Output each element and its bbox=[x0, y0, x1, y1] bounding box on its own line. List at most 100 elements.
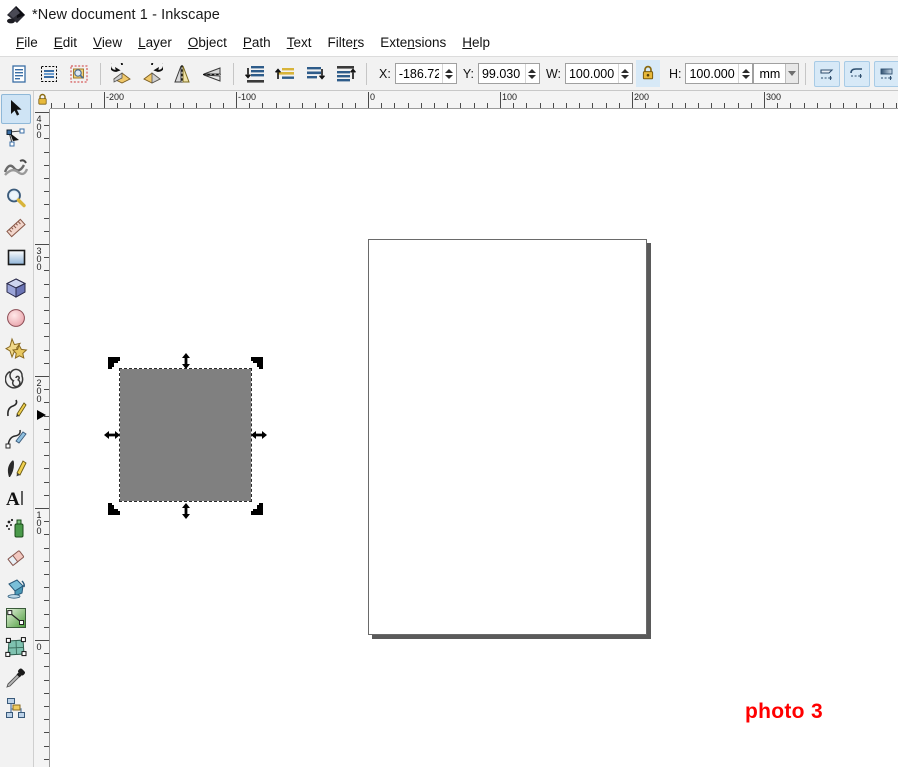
handle-top-right[interactable] bbox=[249, 355, 265, 371]
box3d-tool[interactable] bbox=[1, 274, 31, 304]
x-input[interactable] bbox=[395, 64, 442, 83]
flip-vertical-icon[interactable] bbox=[199, 61, 225, 87]
selected-rectangle-object[interactable] bbox=[120, 369, 251, 501]
ruler-tick bbox=[672, 103, 673, 108]
spray-can-icon bbox=[5, 517, 27, 542]
ruler-tick bbox=[44, 746, 49, 747]
handle-middle-right[interactable] bbox=[251, 427, 267, 443]
flip-horizontal-icon[interactable] bbox=[169, 61, 195, 87]
handle-top-center[interactable] bbox=[178, 353, 194, 369]
handle-middle-left[interactable] bbox=[104, 427, 120, 443]
w-input[interactable] bbox=[565, 64, 618, 83]
deselect-icon[interactable] bbox=[66, 61, 92, 87]
affect-stroke-width-icon[interactable] bbox=[814, 60, 841, 87]
ruler-origin-lock[interactable] bbox=[34, 91, 50, 109]
node-editor-icon bbox=[5, 127, 27, 152]
affect-rounded-corners-icon[interactable] bbox=[844, 60, 871, 87]
dropper-tool[interactable] bbox=[1, 664, 31, 694]
selector-tool[interactable] bbox=[1, 94, 31, 124]
ruler-tick bbox=[44, 204, 49, 205]
tweak-tool[interactable] bbox=[1, 154, 31, 184]
ruler-tick bbox=[883, 103, 884, 108]
rotate-ccw-icon[interactable] bbox=[109, 61, 135, 87]
horizontal-ruler[interactable]: -200 -100 0 100 200 300 bbox=[34, 91, 898, 109]
bucket-tool[interactable] bbox=[1, 574, 31, 604]
menu-object[interactable]: Object bbox=[180, 33, 235, 52]
menu-filters[interactable]: Filters bbox=[319, 33, 372, 52]
ruler-tick bbox=[487, 103, 488, 108]
spiral-tool[interactable] bbox=[1, 364, 31, 394]
pencil-tool[interactable] bbox=[1, 394, 31, 424]
calligraphy-tool[interactable] bbox=[1, 454, 31, 484]
mesh-tool[interactable] bbox=[1, 634, 31, 664]
eraser-tool[interactable] bbox=[1, 544, 31, 574]
menu-file[interactable]: File bbox=[8, 33, 46, 52]
rectangle-tool[interactable] bbox=[1, 244, 31, 274]
ruler-tick bbox=[738, 103, 739, 108]
y-stepper[interactable] bbox=[524, 64, 539, 83]
lower-icon[interactable] bbox=[302, 61, 328, 87]
menu-help[interactable]: Help bbox=[454, 33, 498, 52]
rotate-cw-icon[interactable] bbox=[139, 61, 165, 87]
menu-view[interactable]: View bbox=[85, 33, 130, 52]
ruler-tick bbox=[44, 429, 49, 430]
ruler-tick bbox=[355, 103, 356, 108]
y-input[interactable] bbox=[478, 64, 525, 83]
ruler-tick bbox=[44, 600, 49, 601]
affect-gradients-icon[interactable] bbox=[874, 60, 898, 87]
measure-tool[interactable] bbox=[1, 214, 31, 244]
select-all-layers-icon[interactable] bbox=[36, 61, 62, 87]
zoom-tool[interactable] bbox=[1, 184, 31, 214]
ruler-tick bbox=[44, 468, 49, 469]
raise-icon[interactable] bbox=[272, 61, 298, 87]
ellipse-tool[interactable] bbox=[1, 304, 31, 334]
menu-layer[interactable]: Layer bbox=[130, 33, 180, 52]
ruler-tick bbox=[44, 402, 49, 403]
w-stepper[interactable] bbox=[617, 64, 632, 83]
ruler-tick bbox=[777, 103, 778, 108]
gradient-tool[interactable] bbox=[1, 604, 31, 634]
handle-top-left[interactable] bbox=[106, 355, 122, 371]
ruler-major-tick bbox=[104, 92, 105, 108]
lock-wh-ratio-button[interactable] bbox=[635, 60, 660, 87]
h-field[interactable] bbox=[685, 63, 754, 84]
handle-bottom-center[interactable] bbox=[178, 503, 194, 519]
menu-edit[interactable]: Edit bbox=[46, 33, 85, 52]
h-input[interactable] bbox=[686, 64, 739, 83]
spray-tool[interactable] bbox=[1, 514, 31, 544]
lower-to-bottom-icon[interactable] bbox=[332, 61, 358, 87]
tool-palette: A bbox=[0, 91, 34, 767]
vertical-ruler[interactable]: 400 300 200 100 0 bbox=[34, 109, 50, 767]
x-field[interactable] bbox=[394, 63, 457, 84]
ruler-tick bbox=[447, 103, 448, 108]
star-tool[interactable] bbox=[1, 334, 31, 364]
menu-path[interactable]: Path bbox=[235, 33, 279, 52]
eyedropper-icon bbox=[5, 667, 27, 692]
document-page[interactable] bbox=[368, 239, 647, 635]
ruler-tick bbox=[183, 103, 184, 108]
handle-bottom-left[interactable] bbox=[106, 501, 122, 517]
node-tool[interactable] bbox=[1, 124, 31, 154]
h-stepper[interactable] bbox=[738, 64, 753, 83]
ruler-tick bbox=[44, 152, 49, 153]
raise-to-top-icon[interactable] bbox=[242, 61, 268, 87]
ruler-tick bbox=[434, 103, 435, 108]
ruler-tick bbox=[856, 103, 857, 108]
w-field[interactable] bbox=[564, 63, 633, 84]
select-all-icon[interactable] bbox=[6, 61, 32, 87]
drawing-canvas[interactable]: photo 3 bbox=[50, 109, 898, 767]
chevron-down-icon[interactable] bbox=[785, 64, 799, 83]
bezier-tool[interactable] bbox=[1, 424, 31, 454]
handle-bottom-right[interactable] bbox=[249, 501, 265, 517]
ruler-tick bbox=[751, 103, 752, 108]
y-field[interactable] bbox=[477, 63, 540, 84]
menu-text[interactable]: Text bbox=[279, 33, 320, 52]
menu-bar[interactable]: File Edit View Layer Object Path Text Fi… bbox=[0, 29, 898, 56]
connector-tool[interactable] bbox=[1, 694, 31, 724]
ruler-tick bbox=[44, 455, 49, 456]
x-stepper[interactable] bbox=[441, 64, 456, 83]
text-tool[interactable]: A bbox=[1, 484, 31, 514]
menu-extensions[interactable]: Extensions bbox=[372, 33, 454, 52]
unit-selector[interactable]: mm bbox=[753, 63, 800, 84]
ruler-tick bbox=[44, 693, 49, 694]
